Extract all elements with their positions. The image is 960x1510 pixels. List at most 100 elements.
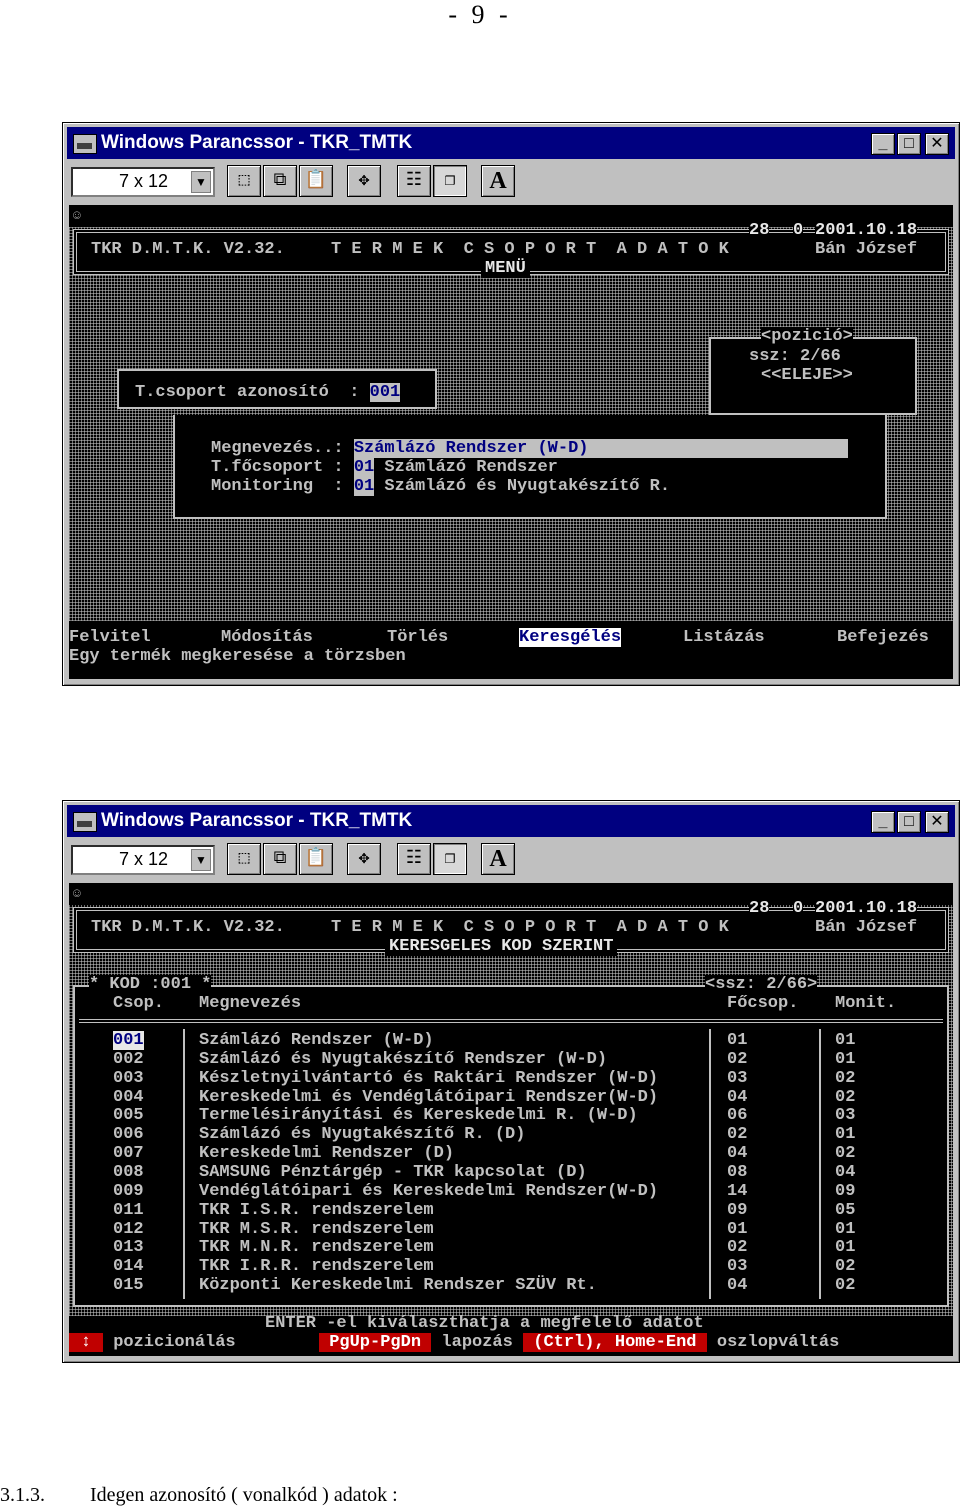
table-cell-monitor[interactable]: 02 [835, 1276, 855, 1295]
main-group-code[interactable]: 01 [353, 458, 375, 477]
close-button[interactable]: ✕ [925, 133, 949, 155]
table-cell-code[interactable]: 004 [113, 1088, 144, 1107]
table-cell-monitor[interactable]: 02 [835, 1088, 855, 1107]
table-cell-main-group[interactable]: 01 [727, 1031, 747, 1050]
column-divider [183, 1029, 185, 1299]
maximize-button[interactable]: □ [897, 811, 921, 833]
table-cell-main-group[interactable]: 09 [727, 1201, 747, 1220]
menu-item-modositas[interactable]: Módosítás [221, 628, 313, 647]
console-icon[interactable] [73, 812, 97, 832]
table-cell-code[interactable]: 007 [113, 1144, 144, 1163]
menu-item-listazas[interactable]: Listázás [683, 628, 765, 647]
table-cell-main-group[interactable]: 03 [727, 1069, 747, 1088]
table-cell-name[interactable]: TKR M.N.R. rendszerelem [199, 1238, 434, 1257]
properties-icon[interactable]: ☷ [397, 165, 431, 197]
table-cell-main-group[interactable]: 02 [727, 1125, 747, 1144]
table-cell-name[interactable]: TKR I.S.R. rendszerelem [199, 1201, 434, 1220]
column-header-monit[interactable]: Monit. [835, 994, 896, 1013]
table-cell-code[interactable]: 009 [113, 1182, 144, 1201]
table-cell-monitor[interactable]: 04 [835, 1163, 855, 1182]
column-header-focsop[interactable]: Főcsop. [727, 994, 798, 1013]
footer-page-label: lapozás [431, 1333, 524, 1352]
table-cell-monitor[interactable]: 01 [835, 1031, 855, 1050]
table-cell-name[interactable]: Kereskedelmi és Vendéglátóipari Rendszer… [199, 1088, 658, 1107]
table-cell-name[interactable]: Készletnyilvántartó és Raktári Rendszer … [199, 1069, 658, 1088]
table-cell-code[interactable]: 014 [113, 1257, 144, 1276]
table-cell-name[interactable]: Számlázó és Nyugtakészítő Rendszer (W-D) [199, 1050, 607, 1069]
table-cell-monitor[interactable]: 01 [835, 1125, 855, 1144]
paste-icon[interactable]: 📋 [299, 165, 333, 197]
title-bar[interactable]: Windows Parancssor - TKR_TMTK _ □ ✕ [67, 805, 955, 837]
copy-icon[interactable]: ⧉ [263, 165, 297, 197]
table-cell-monitor[interactable]: 01 [835, 1238, 855, 1257]
table-cell-monitor[interactable]: 03 [835, 1106, 855, 1125]
table-cell-main-group[interactable]: 04 [727, 1144, 747, 1163]
group-id-input[interactable]: 001 [369, 383, 401, 402]
table-cell-main-group[interactable]: 06 [727, 1106, 747, 1125]
table-cell-main-group[interactable]: 04 [727, 1088, 747, 1107]
column-header-megnevezes[interactable]: Megnevezés [199, 994, 301, 1013]
table-cell-name[interactable]: SAMSUNG Pénztárgép - TKR kapcsolat (D) [199, 1163, 587, 1182]
table-cell-monitor[interactable]: 02 [835, 1257, 855, 1276]
table-cell-name[interactable]: Számlázó és Nyugtakészítő R. (D) [199, 1125, 525, 1144]
menu-item-befejezes[interactable]: Befejezés [837, 628, 929, 647]
mark-icon[interactable]: ⬚ [227, 843, 261, 875]
table-cell-name[interactable]: Termelésirányítási és Kereskedelmi R. (W… [199, 1106, 638, 1125]
properties-icon[interactable]: ☷ [397, 843, 431, 875]
table-cell-name[interactable]: TKR M.S.R. rendszerelem [199, 1220, 434, 1239]
fullscreen-icon[interactable]: ✥ [347, 165, 381, 197]
font-icon[interactable]: A [481, 843, 515, 875]
minimize-button[interactable]: _ [871, 811, 895, 833]
background-icon[interactable]: ❐ [433, 843, 467, 875]
table-cell-name[interactable]: Központi Kereskedelmi Rendszer SZÜV Rt. [199, 1276, 597, 1295]
table-cell-name[interactable]: Kereskedelmi Rendszer (D) [199, 1144, 454, 1163]
table-cell-code[interactable]: 001 [113, 1031, 144, 1050]
table-cell-code[interactable]: 011 [113, 1201, 144, 1220]
table-cell-name[interactable]: TKR I.R.R. rendszerelem [199, 1257, 434, 1276]
table-cell-code[interactable]: 006 [113, 1125, 144, 1144]
table-cell-monitor[interactable]: 01 [835, 1050, 855, 1069]
table-cell-monitor[interactable]: 02 [835, 1069, 855, 1088]
table-cell-main-group[interactable]: 02 [727, 1050, 747, 1069]
minimize-button[interactable]: _ [871, 133, 895, 155]
table-cell-main-group[interactable]: 01 [727, 1220, 747, 1239]
table-cell-main-group[interactable]: 14 [727, 1182, 747, 1201]
title-bar[interactable]: Windows Parancssor - TKR_TMTK _ □ ✕ [67, 127, 955, 159]
chevron-down-icon[interactable]: ▼ [191, 171, 211, 193]
table-cell-monitor[interactable]: 05 [835, 1201, 855, 1220]
table-cell-monitor[interactable]: 09 [835, 1182, 855, 1201]
table-cell-main-group[interactable]: 08 [727, 1163, 747, 1182]
table-cell-name[interactable]: Számlázó Rendszer (W-D) [199, 1031, 434, 1050]
background-icon[interactable]: ❐ [433, 165, 467, 197]
table-cell-main-group[interactable]: 02 [727, 1238, 747, 1257]
table-cell-name[interactable]: Vendéglátóipari és Kereskedelmi Rendszer… [199, 1182, 658, 1201]
table-cell-main-group[interactable]: 03 [727, 1257, 747, 1276]
table-cell-code[interactable]: 013 [113, 1238, 144, 1257]
menu-item-keresgeles[interactable]: Keresgélés [519, 628, 622, 647]
console-icon[interactable] [73, 134, 97, 154]
maximize-button[interactable]: □ [897, 133, 921, 155]
mark-icon[interactable]: ⬚ [227, 165, 261, 197]
chevron-down-icon[interactable]: ▼ [191, 849, 211, 871]
menu-item-torles[interactable]: Törlés [387, 628, 448, 647]
table-cell-monitor[interactable]: 01 [835, 1220, 855, 1239]
font-size-select[interactable]: 7 x 12 ▼ [71, 845, 215, 875]
table-cell-main-group[interactable]: 04 [727, 1276, 747, 1295]
table-cell-code[interactable]: 012 [113, 1220, 144, 1239]
table-cell-monitor[interactable]: 02 [835, 1144, 855, 1163]
fullscreen-icon[interactable]: ✥ [347, 843, 381, 875]
table-cell-code[interactable]: 015 [113, 1276, 144, 1295]
close-button[interactable]: ✕ [925, 811, 949, 833]
table-cell-code[interactable]: 002 [113, 1050, 144, 1069]
table-cell-code[interactable]: 008 [113, 1163, 144, 1182]
monitoring-code[interactable]: 01 [353, 477, 375, 496]
copy-icon[interactable]: ⧉ [263, 843, 297, 875]
column-header-csop[interactable]: Csop. [113, 994, 164, 1013]
font-icon[interactable]: A [481, 165, 515, 197]
table-cell-code[interactable]: 005 [113, 1106, 144, 1125]
table-cell-code[interactable]: 003 [113, 1069, 144, 1088]
font-size-select[interactable]: 7 x 12 ▼ [71, 167, 215, 197]
menu-item-felvitel[interactable]: Felvitel [69, 628, 151, 647]
name-input[interactable]: Számlázó Rendszer (W-D) [353, 439, 848, 458]
paste-icon[interactable]: 📋 [299, 843, 333, 875]
